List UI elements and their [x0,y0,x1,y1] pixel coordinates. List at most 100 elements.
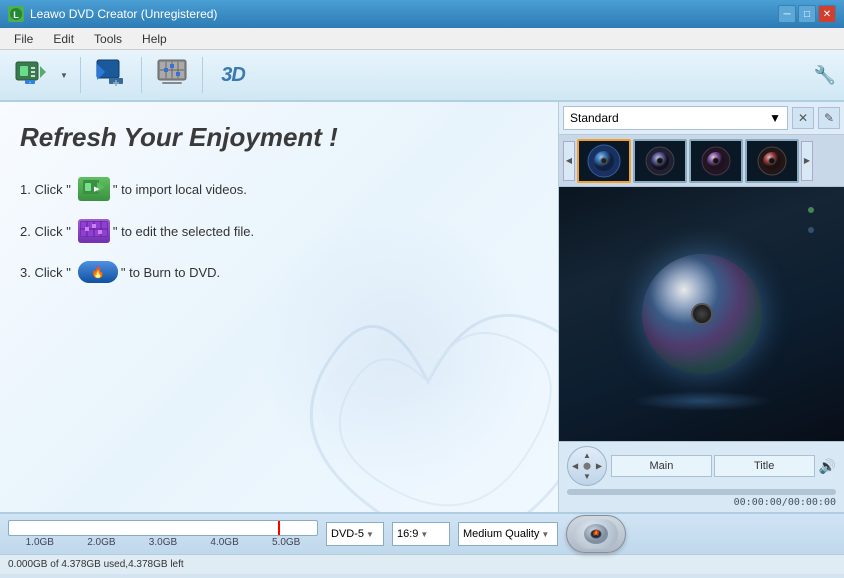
svg-text:▶: ▶ [94,186,100,193]
template-edit-button[interactable]: ✎ [818,107,840,129]
thumbnail-1[interactable] [577,139,631,183]
edit-video-button[interactable] [150,53,194,97]
nav-down-icon: ▼ [583,472,591,481]
step-2-suffix: " to edit the selected file. [113,224,254,239]
3d-button[interactable]: 3D [211,53,255,97]
main-area: Refresh Your Enjoyment ! 1. Click " ▶ " … [0,102,844,512]
left-panel: Refresh Your Enjoyment ! 1. Click " ▶ " … [0,102,558,512]
toolbar-right: 🔧 [814,65,836,86]
storage-4gb: 4.0GB [194,537,256,548]
step-1-prefix: 1. Click " [20,182,71,197]
edit-video-icon [156,56,188,94]
import-dvd-button[interactable] [89,53,133,97]
main-tab[interactable]: Main [611,455,712,477]
window-controls: ─ □ ✕ [778,5,836,23]
minimize-button[interactable]: ─ [778,5,796,23]
time-display: 00:00:00/00:00:00 [567,497,836,508]
aspect-ratio-arrow: ▼ [420,530,428,539]
player-tabs: Main Title [611,455,815,477]
quality-label: Medium Quality [463,528,539,540]
maximize-button[interactable]: □ [798,5,816,23]
svg-text:L: L [13,10,19,20]
app-title: Leawo DVD Creator (Unregistered) [30,7,778,21]
template-dropdown[interactable]: Standard ▼ [563,106,788,130]
toolbar-separator-3 [202,57,203,93]
aspect-ratio-select[interactable]: 16:9 ▼ [392,522,450,546]
template-bar: Standard ▼ ✕ ✎ [559,102,844,135]
template-dropdown-arrow: ▼ [769,111,781,125]
thumbnail-3[interactable] [689,139,743,183]
toolbar-separator-2 [141,57,142,93]
storage-labels: 1.0GB 2.0GB 3.0GB 4.0GB 5.0GB [8,537,318,548]
progress-bar[interactable] [567,489,836,495]
storage-bar [8,520,318,536]
svg-text:🔥: 🔥 [91,266,105,279]
settings-icon[interactable]: 🔧 [814,65,836,86]
control-row: ▲ ▼ ◀ ▶ ⬤ Main Title 🔊 [567,446,836,486]
add-video-button[interactable]: + [8,53,52,97]
burn-icon: 🔥 [78,261,118,283]
template-delete-button[interactable]: ✕ [792,107,814,129]
nav-up-icon: ▲ [583,451,591,460]
toolbar: + ▼ [0,50,844,102]
player-controls: ▲ ▼ ◀ ▶ ⬤ Main Title 🔊 00:00:00/00:00:00 [559,441,844,512]
quality-arrow: ▼ [541,530,549,539]
step-3-suffix: " to Burn to DVD. [121,265,220,280]
menu-file[interactable]: File [4,30,43,48]
toolbar-separator-1 [80,57,81,93]
nav-center-icon: ⬤ [583,462,591,470]
step-1-suffix: " to import local videos. [113,182,247,197]
quality-select[interactable]: Medium Quality ▼ [458,522,558,546]
menu-help[interactable]: Help [132,30,177,48]
storage-limit-marker [278,521,280,535]
nav-right-icon: ▶ [596,462,602,471]
step-2-prefix: 2. Click " [20,224,71,239]
status-bar: 0.000GB of 4.378GB used,4.378GB left [0,554,844,574]
thumbnail-4[interactable] [745,139,799,183]
preview-decorations [808,207,814,213]
storage-1gb: 1.0GB [9,537,71,548]
title-tab[interactable]: Title [714,455,815,477]
import-dvd-icon [95,56,127,94]
close-button[interactable]: ✕ [818,5,836,23]
disc-type-label: DVD-5 [331,528,364,540]
preview-area [559,187,844,441]
app-icon: L [8,6,24,22]
preview-glow [632,391,772,411]
welcome-title: Refresh Your Enjoyment ! [20,122,538,153]
bottom-bar: 1.0GB 2.0GB 3.0GB 4.0GB 5.0GB DVD-5 ▼ 16… [0,512,844,554]
preview-disc [642,254,762,374]
storage-container: 1.0GB 2.0GB 3.0GB 4.0GB 5.0GB [8,520,318,548]
burn-button[interactable] [566,515,626,553]
thumbnail-2[interactable] [633,139,687,183]
edit-icon [78,219,110,243]
nav-pad[interactable]: ▲ ▼ ◀ ▶ ⬤ [567,446,607,486]
aspect-ratio-label: 16:9 [397,528,418,540]
storage-3gb: 3.0GB [132,537,194,548]
step-3: 3. Click " 🔥 " to Burn to DVD. [20,261,538,283]
step-2: 2. Click " " to edit the selected file. [20,219,538,243]
storage-5gb: 5.0GB [255,537,317,548]
volume-icon[interactable]: 🔊 [819,458,836,475]
step-1: 1. Click " ▶ " to import local videos. [20,177,538,201]
add-video-icon: + [14,56,46,94]
step-3-prefix: 3. Click " [20,265,71,280]
menu-tools[interactable]: Tools [84,30,132,48]
menu-edit[interactable]: Edit [43,30,84,48]
storage-2gb: 2.0GB [71,537,133,548]
nav-left-icon: ◀ [572,462,578,471]
title-bar: L Leawo DVD Creator (Unregistered) ─ □ ✕ [0,0,844,28]
status-text: 0.000GB of 4.378GB used,4.378GB left [8,559,184,570]
right-panel: Standard ▼ ✕ ✎ ◀ [558,102,844,512]
thumbnail-row: ◀ [559,135,844,187]
3d-icon: 3D [221,64,245,87]
import-icon: ▶ [78,177,110,201]
burn-inner-icon [574,519,618,549]
add-video-dropdown[interactable]: ▼ [56,53,72,97]
disc-type-arrow: ▼ [366,530,374,539]
disc-type-select[interactable]: DVD-5 ▼ [326,522,384,546]
menu-bar: File Edit Tools Help [0,28,844,50]
template-label: Standard [570,111,619,125]
thumb-next-button[interactable]: ▶ [801,141,813,181]
thumb-prev-button[interactable]: ◀ [563,141,575,181]
